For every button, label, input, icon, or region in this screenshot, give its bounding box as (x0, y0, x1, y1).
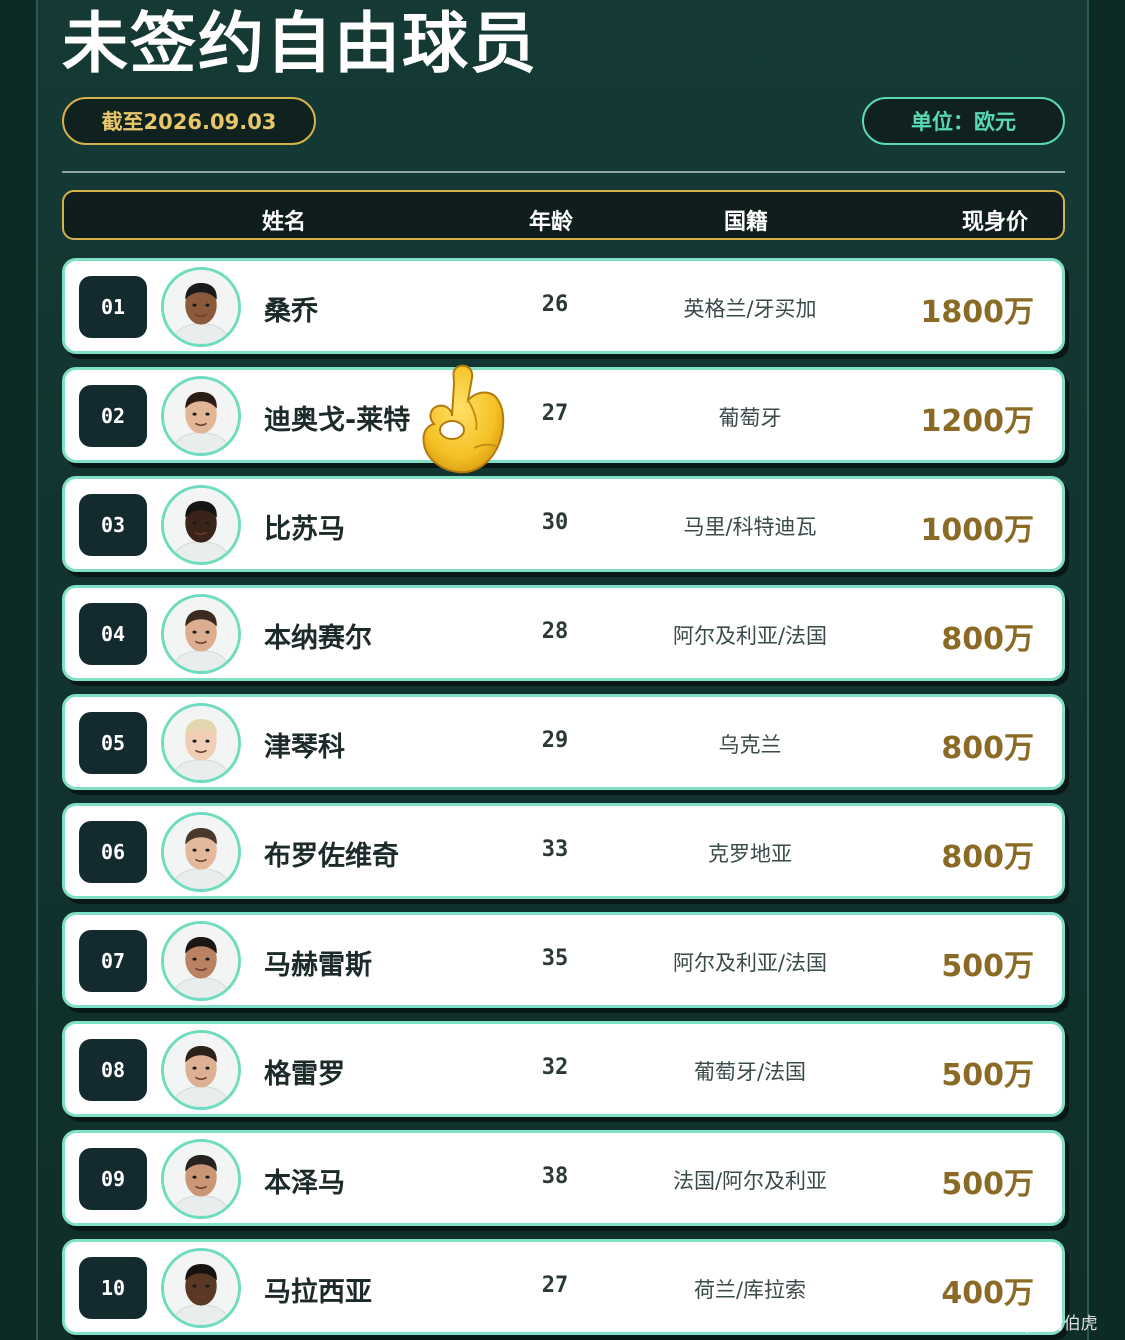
player-row: 04 本纳赛尔 28 阿尔及利亚/法国 800万 (62, 585, 1065, 681)
player-age: 26 (541, 292, 569, 317)
player-value: 500万 (941, 949, 1034, 984)
player-nationality: 荷兰/库拉索 (693, 1278, 807, 1302)
player-nationality: 阿尔及利亚/法国 (672, 951, 828, 975)
player-age: 33 (541, 837, 569, 862)
player-row: 07 马赫雷斯 35 阿尔及利亚/法国 500万 (62, 912, 1065, 1008)
player-age: 38 (541, 1164, 569, 1189)
player-value: 500万 (941, 1167, 1034, 1202)
player-nationality: 阿尔及利亚/法国 (672, 624, 828, 648)
player-avatar (161, 376, 241, 456)
rank-badge: 07 (79, 930, 147, 992)
player-portrait-icon (164, 379, 238, 453)
player-portrait-icon (164, 706, 238, 780)
player-nationality: 乌克兰 (718, 733, 782, 757)
player-avatar (161, 812, 241, 892)
unit-badge: 单位：欧元 (862, 97, 1065, 145)
player-row: 01 桑乔 26 英格兰/牙买加 1800万 (62, 258, 1065, 354)
player-row: 10 马拉西亚 27 荷兰/库拉索 400万 (62, 1239, 1065, 1335)
player-name: 布罗佐维奇 (264, 841, 399, 872)
player-avatar (161, 485, 241, 565)
header-nationality: 国籍 (724, 210, 769, 235)
header-value: 现身价 (962, 210, 1029, 235)
player-value: 1200万 (920, 404, 1035, 439)
player-avatar (161, 703, 241, 783)
rank-badge: 02 (79, 385, 147, 447)
player-nationality: 马里/科特迪瓦 (683, 515, 817, 539)
player-age: 27 (541, 401, 569, 426)
player-value: 400万 (941, 1276, 1034, 1311)
page-title: 未签约自由球员 (62, 5, 538, 82)
player-portrait-icon (164, 488, 238, 562)
player-portrait-icon (164, 815, 238, 889)
ok-hand-emoji (422, 364, 505, 474)
player-age: 32 (541, 1055, 569, 1080)
player-row: 02 迪奥戈-莱特 27 葡萄牙 1200万 (62, 367, 1065, 463)
player-value: 800万 (941, 840, 1034, 875)
player-name: 格雷罗 (264, 1059, 345, 1090)
player-avatar (161, 1248, 241, 1328)
player-avatar (161, 1139, 241, 1219)
rank-badge: 10 (79, 1257, 147, 1319)
rank-badge: 06 (79, 821, 147, 883)
player-age: 30 (541, 510, 569, 535)
player-avatar (161, 1030, 241, 1110)
date-badge: 截至2026.09.03 (62, 97, 316, 145)
player-name: 比苏马 (264, 514, 345, 545)
header-age: 年龄 (529, 210, 574, 235)
player-portrait-icon (164, 924, 238, 998)
player-name: 本泽马 (264, 1168, 345, 1199)
player-portrait-icon (164, 1033, 238, 1107)
player-value: 800万 (941, 622, 1034, 657)
rank-badge: 05 (79, 712, 147, 774)
player-age: 28 (541, 619, 569, 644)
player-age: 27 (541, 1273, 569, 1298)
rank-badge: 01 (79, 276, 147, 338)
rank-badge: 08 (79, 1039, 147, 1101)
player-avatar (161, 921, 241, 1001)
player-portrait-icon (164, 1251, 238, 1325)
player-name: 迪奥戈-莱特 (264, 405, 411, 436)
player-portrait-icon (164, 597, 238, 671)
table-header: 姓名 年龄 国籍 现身价 (62, 190, 1065, 240)
rank-badge: 09 (79, 1148, 147, 1210)
player-portrait-icon (164, 270, 238, 344)
player-name: 桑乔 (264, 296, 318, 327)
player-value: 1800万 (920, 295, 1035, 330)
player-nationality: 葡萄牙 (718, 406, 782, 430)
header-name: 姓名 (262, 210, 307, 235)
player-value: 1000万 (920, 513, 1035, 548)
watermark: 网易号 | K唐伯虎 (968, 1314, 1098, 1334)
player-row: 03 比苏马 30 马里/科特迪瓦 1000万 (62, 476, 1065, 572)
player-portrait-icon (164, 1142, 238, 1216)
player-row: 06 布罗佐维奇 33 克罗地亚 800万 (62, 803, 1065, 899)
player-nationality: 克罗地亚 (708, 842, 792, 866)
player-age: 35 (541, 946, 569, 971)
player-name: 马赫雷斯 (264, 950, 372, 981)
player-nationality: 英格兰/牙买加 (683, 297, 817, 321)
player-name: 本纳赛尔 (264, 623, 372, 654)
player-name: 津琴科 (264, 732, 345, 763)
player-name: 马拉西亚 (264, 1277, 372, 1308)
player-nationality: 法国/阿尔及利亚 (672, 1169, 828, 1193)
player-value: 800万 (941, 731, 1034, 766)
player-row: 08 格雷罗 32 葡萄牙/法国 500万 (62, 1021, 1065, 1117)
player-row: 09 本泽马 38 法国/阿尔及利亚 500万 (62, 1130, 1065, 1226)
player-nationality: 葡萄牙/法国 (693, 1060, 807, 1084)
player-avatar (161, 594, 241, 674)
rank-badge: 04 (79, 603, 147, 665)
rank-badge: 03 (79, 494, 147, 556)
player-row: 05 津琴科 29 乌克兰 800万 (62, 694, 1065, 790)
divider (62, 171, 1065, 173)
player-age: 29 (541, 728, 569, 753)
player-value: 500万 (941, 1058, 1034, 1093)
player-avatar (161, 267, 241, 347)
